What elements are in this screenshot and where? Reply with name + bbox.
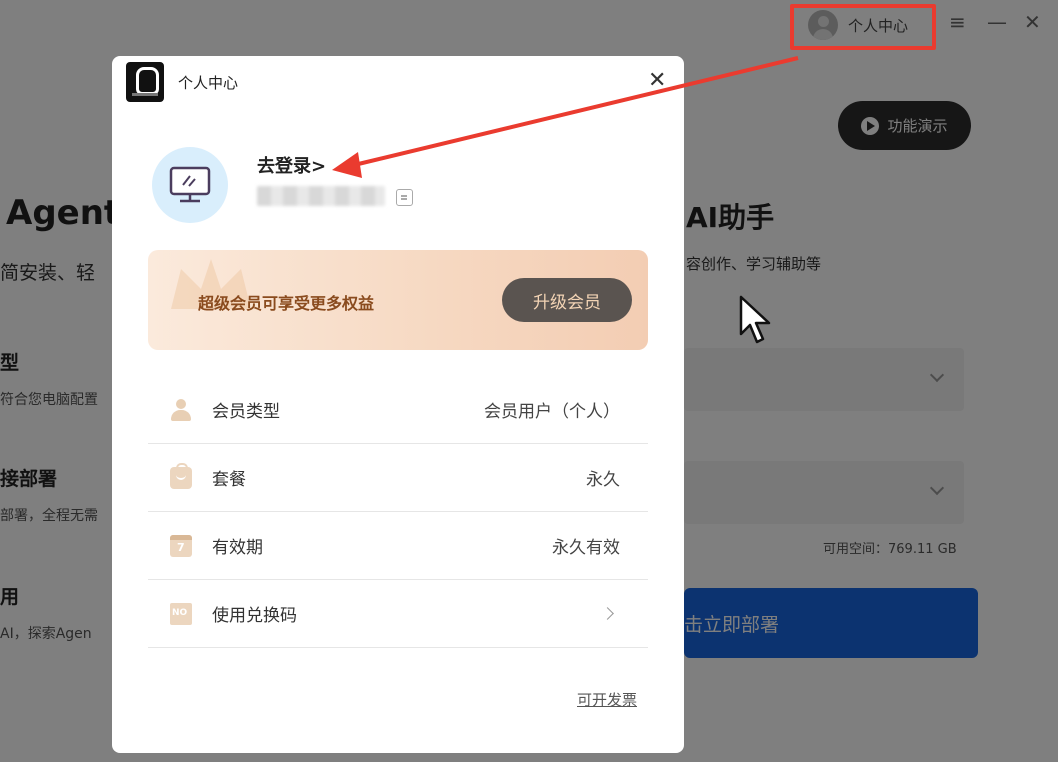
row-label: 会员类型	[212, 402, 280, 422]
vip-banner-text: 超级会员可享受更多权益	[198, 294, 375, 313]
vip-banner: 超级会员可享受更多权益 升级会员	[148, 250, 648, 350]
annotation-highlight-box	[790, 4, 936, 50]
dialog-header: 个人中心	[126, 62, 238, 102]
user-center-dialog: 个人中心 ✕ 去登录> 超级会员可享受更多权益 升级会员 会员类型 会员用户（个…	[112, 56, 684, 753]
invoice-link[interactable]: 可开发票	[577, 689, 637, 710]
avatar[interactable]	[152, 147, 228, 223]
upgrade-button[interactable]: 升级会员	[502, 278, 632, 322]
list-item: 有效期 永久有效	[148, 512, 648, 580]
row-value: 永久有效	[552, 538, 620, 558]
redeem-code-row[interactable]: 使用兑换码	[148, 580, 648, 648]
copy-icon[interactable]	[396, 189, 413, 206]
app-logo	[126, 62, 164, 102]
row-label: 使用兑换码	[212, 606, 297, 626]
row-value: 永久	[586, 470, 620, 490]
list-item: 套餐 永久	[148, 444, 648, 512]
user-id-masked	[257, 186, 385, 206]
dialog-title: 个人中心	[178, 73, 239, 92]
dialog-close-icon[interactable]: ✕	[648, 70, 666, 92]
row-label: 有效期	[212, 538, 263, 558]
login-link[interactable]: 去登录>	[257, 152, 326, 178]
list-item: 会员类型 会员用户（个人）	[148, 376, 648, 444]
membership-info-list: 会员类型 会员用户（个人） 套餐 永久 有效期 永久有效 使用兑换码	[148, 376, 648, 648]
calendar-icon	[170, 534, 192, 557]
cursor-icon	[739, 295, 771, 344]
bag-icon	[170, 462, 192, 489]
code-icon	[170, 602, 192, 625]
chevron-right-icon	[601, 607, 614, 620]
monitor-icon	[169, 166, 211, 203]
row-label: 套餐	[212, 470, 246, 490]
row-value: 会员用户（个人）	[484, 402, 620, 422]
user-icon	[170, 398, 192, 421]
